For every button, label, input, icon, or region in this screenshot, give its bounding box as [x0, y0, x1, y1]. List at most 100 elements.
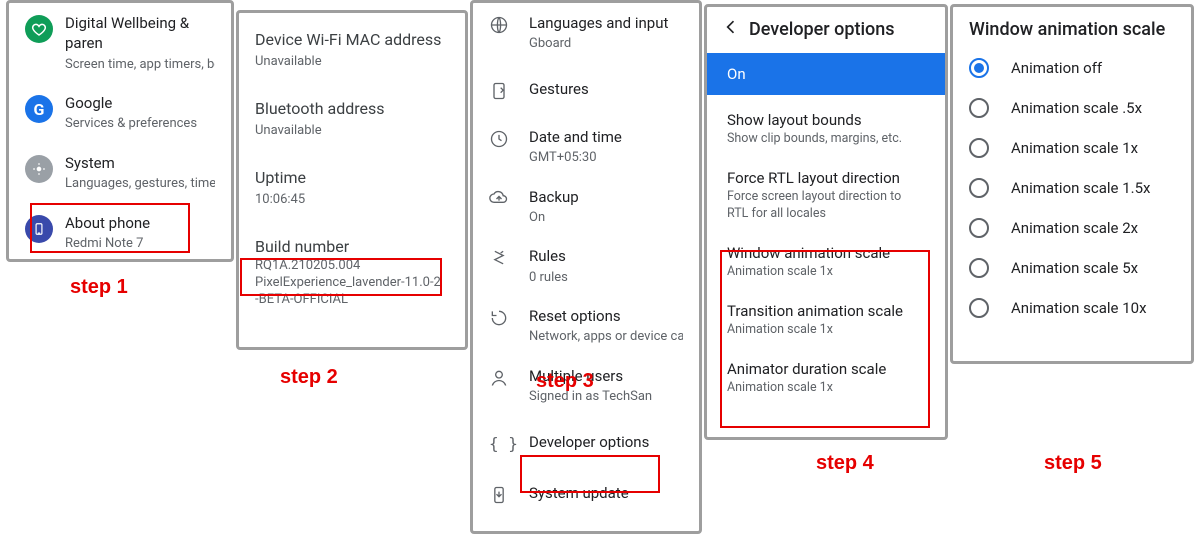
settings-item-system[interactable]: System Languages, gestures, time, b [9, 143, 231, 203]
radio-icon [969, 178, 989, 198]
item-title: Animator duration scale [727, 360, 925, 378]
radio-label: Animation scale 2x [1011, 219, 1138, 237]
radio-icon [969, 138, 989, 158]
settings-item-google[interactable]: G Google Services & preferences [9, 83, 231, 143]
item-sub: Unavailable [255, 53, 449, 71]
dev-item-transition-animation-scale[interactable]: Transition animation scale Animation sca… [707, 292, 945, 350]
item-title: Device Wi-Fi MAC address [255, 29, 449, 51]
system-icon [25, 153, 65, 183]
dev-item-force-rtl[interactable]: Force RTL layout direction Force screen … [707, 159, 945, 234]
item-title: Uptime [255, 167, 449, 189]
about-phone-panel: Device Wi-Fi MAC address Unavailable Blu… [236, 10, 468, 350]
item-sub: Network, apps or device can [529, 328, 683, 346]
radio-icon [969, 298, 989, 318]
item-title: Backup [529, 187, 683, 207]
item-sub: 10:06:45 [255, 191, 449, 209]
settings-item-digital-wellbeing[interactable]: Digital Wellbeing & paren Screen time, a… [9, 3, 231, 83]
settings-item-about-phone[interactable]: About phone Redmi Note 7 [9, 203, 231, 262]
user-icon [489, 366, 529, 388]
about-item-uptime[interactable]: Uptime 10:06:45 [239, 149, 465, 218]
dev-item-animator-duration-scale[interactable]: Animator duration scale Animation scale … [707, 350, 945, 408]
item-title: Languages and input [529, 13, 683, 33]
item-title: Developer options [529, 432, 683, 452]
radio-option-scale-5x[interactable]: Animation scale 5x [953, 248, 1191, 288]
developer-options-panel: Developer options On Show layout bounds … [704, 4, 948, 440]
panel-title: Developer options [749, 19, 895, 40]
item-title: Build number [255, 236, 449, 258]
dialog-title: Window animation scale [953, 7, 1191, 48]
item-sub3: -BETA-OFFICIAL [255, 292, 449, 309]
item-sub: Animation scale 1x [727, 264, 925, 280]
item-title: Transition animation scale [727, 302, 925, 320]
developer-options-master-toggle[interactable]: On [707, 53, 945, 95]
about-item-build-number[interactable]: Build number RQ1A.210205.004 PixelExperi… [239, 218, 465, 318]
braces-icon: { } [489, 432, 529, 453]
step-label-2: step 2 [280, 366, 338, 389]
item-sub: Languages, gestures, time, b [65, 175, 215, 193]
wellbeing-icon [25, 13, 65, 43]
system-item-backup[interactable]: Backup On [473, 177, 699, 237]
toggle-label: On [727, 65, 746, 83]
radio-label: Animation scale 5x [1011, 259, 1138, 277]
rules-icon [489, 246, 529, 268]
item-sub: Screen time, app timers, bed [65, 56, 215, 74]
item-title: System update [529, 483, 683, 503]
radio-icon [969, 218, 989, 238]
item-sub2: PixelExperience_lavender-11.0-2 [255, 275, 449, 292]
step-label-4: step 4 [816, 452, 874, 475]
radio-option-scale-1x[interactable]: Animation scale 1x [953, 128, 1191, 168]
item-title: Force RTL layout direction [727, 169, 925, 187]
item-sub: Animation scale 1x [727, 380, 925, 396]
item-sub: On [529, 209, 683, 227]
step-label-3: step 3 [536, 370, 594, 393]
window-animation-scale-dialog: Window animation scale Animation off Ani… [950, 4, 1194, 364]
item-sub: Gboard [529, 35, 683, 53]
system-item-languages[interactable]: Languages and input Gboard [473, 3, 699, 63]
item-title: Gestures [529, 79, 683, 99]
radio-label: Animation scale 10x [1011, 299, 1147, 317]
globe-icon [489, 13, 529, 35]
radio-option-scale-10x[interactable]: Animation scale 10x [953, 288, 1191, 328]
item-sub: Services & preferences [65, 115, 215, 133]
item-sub: Force screen layout direction to RTL for… [727, 189, 925, 222]
system-item-developer-options[interactable]: { } Developer options [473, 416, 699, 469]
item-title: Reset options [529, 306, 683, 326]
update-icon [489, 483, 529, 505]
back-button[interactable] [721, 17, 749, 41]
radio-label: Animation off [1011, 59, 1102, 77]
dev-item-window-animation-scale[interactable]: Window animation scale Animation scale 1… [707, 234, 945, 292]
item-sub: Unavailable [255, 122, 449, 140]
radio-label: Animation scale 1x [1011, 139, 1138, 157]
item-title: Digital Wellbeing & paren [65, 13, 215, 54]
item-title: Rules [529, 246, 683, 266]
radio-option-scale-0-5x[interactable]: Animation scale .5x [953, 88, 1191, 128]
about-item-mac[interactable]: Device Wi-Fi MAC address Unavailable [239, 13, 465, 80]
step-label-1: step 1 [70, 276, 128, 299]
system-item-rules[interactable]: Rules 0 rules [473, 236, 699, 296]
about-item-bluetooth[interactable]: Bluetooth address Unavailable [239, 80, 465, 149]
system-item-gestures[interactable]: Gestures [473, 63, 699, 117]
item-sub: 0 rules [529, 269, 683, 287]
dev-item-layout-bounds[interactable]: Show layout bounds Show clip bounds, mar… [707, 95, 945, 159]
radio-label: Animation scale .5x [1011, 99, 1142, 117]
about-phone-icon [25, 213, 65, 243]
system-item-system-update[interactable]: System update [473, 469, 699, 515]
radio-label: Animation scale 1.5x [1011, 179, 1150, 197]
radio-icon [969, 258, 989, 278]
item-title: System [65, 153, 215, 173]
clock-icon [489, 127, 529, 149]
system-item-date-time[interactable]: Date and time GMT+05:30 [473, 117, 699, 177]
item-sub: Redmi Note 7 [65, 235, 215, 253]
gestures-icon [489, 79, 529, 101]
radio-option-scale-1-5x[interactable]: Animation scale 1.5x [953, 168, 1191, 208]
radio-icon [969, 98, 989, 118]
system-settings-panel: Languages and input Gboard Gestures Date… [470, 0, 702, 534]
radio-option-animation-off[interactable]: Animation off [953, 48, 1191, 88]
system-item-reset[interactable]: Reset options Network, apps or device ca… [473, 296, 699, 356]
item-title: About phone [65, 213, 215, 233]
radio-option-scale-2x[interactable]: Animation scale 2x [953, 208, 1191, 248]
reset-icon [489, 306, 529, 328]
panel-header: Developer options [707, 7, 945, 53]
item-title: Window animation scale [727, 244, 925, 262]
step-label-5: step 5 [1044, 452, 1102, 475]
